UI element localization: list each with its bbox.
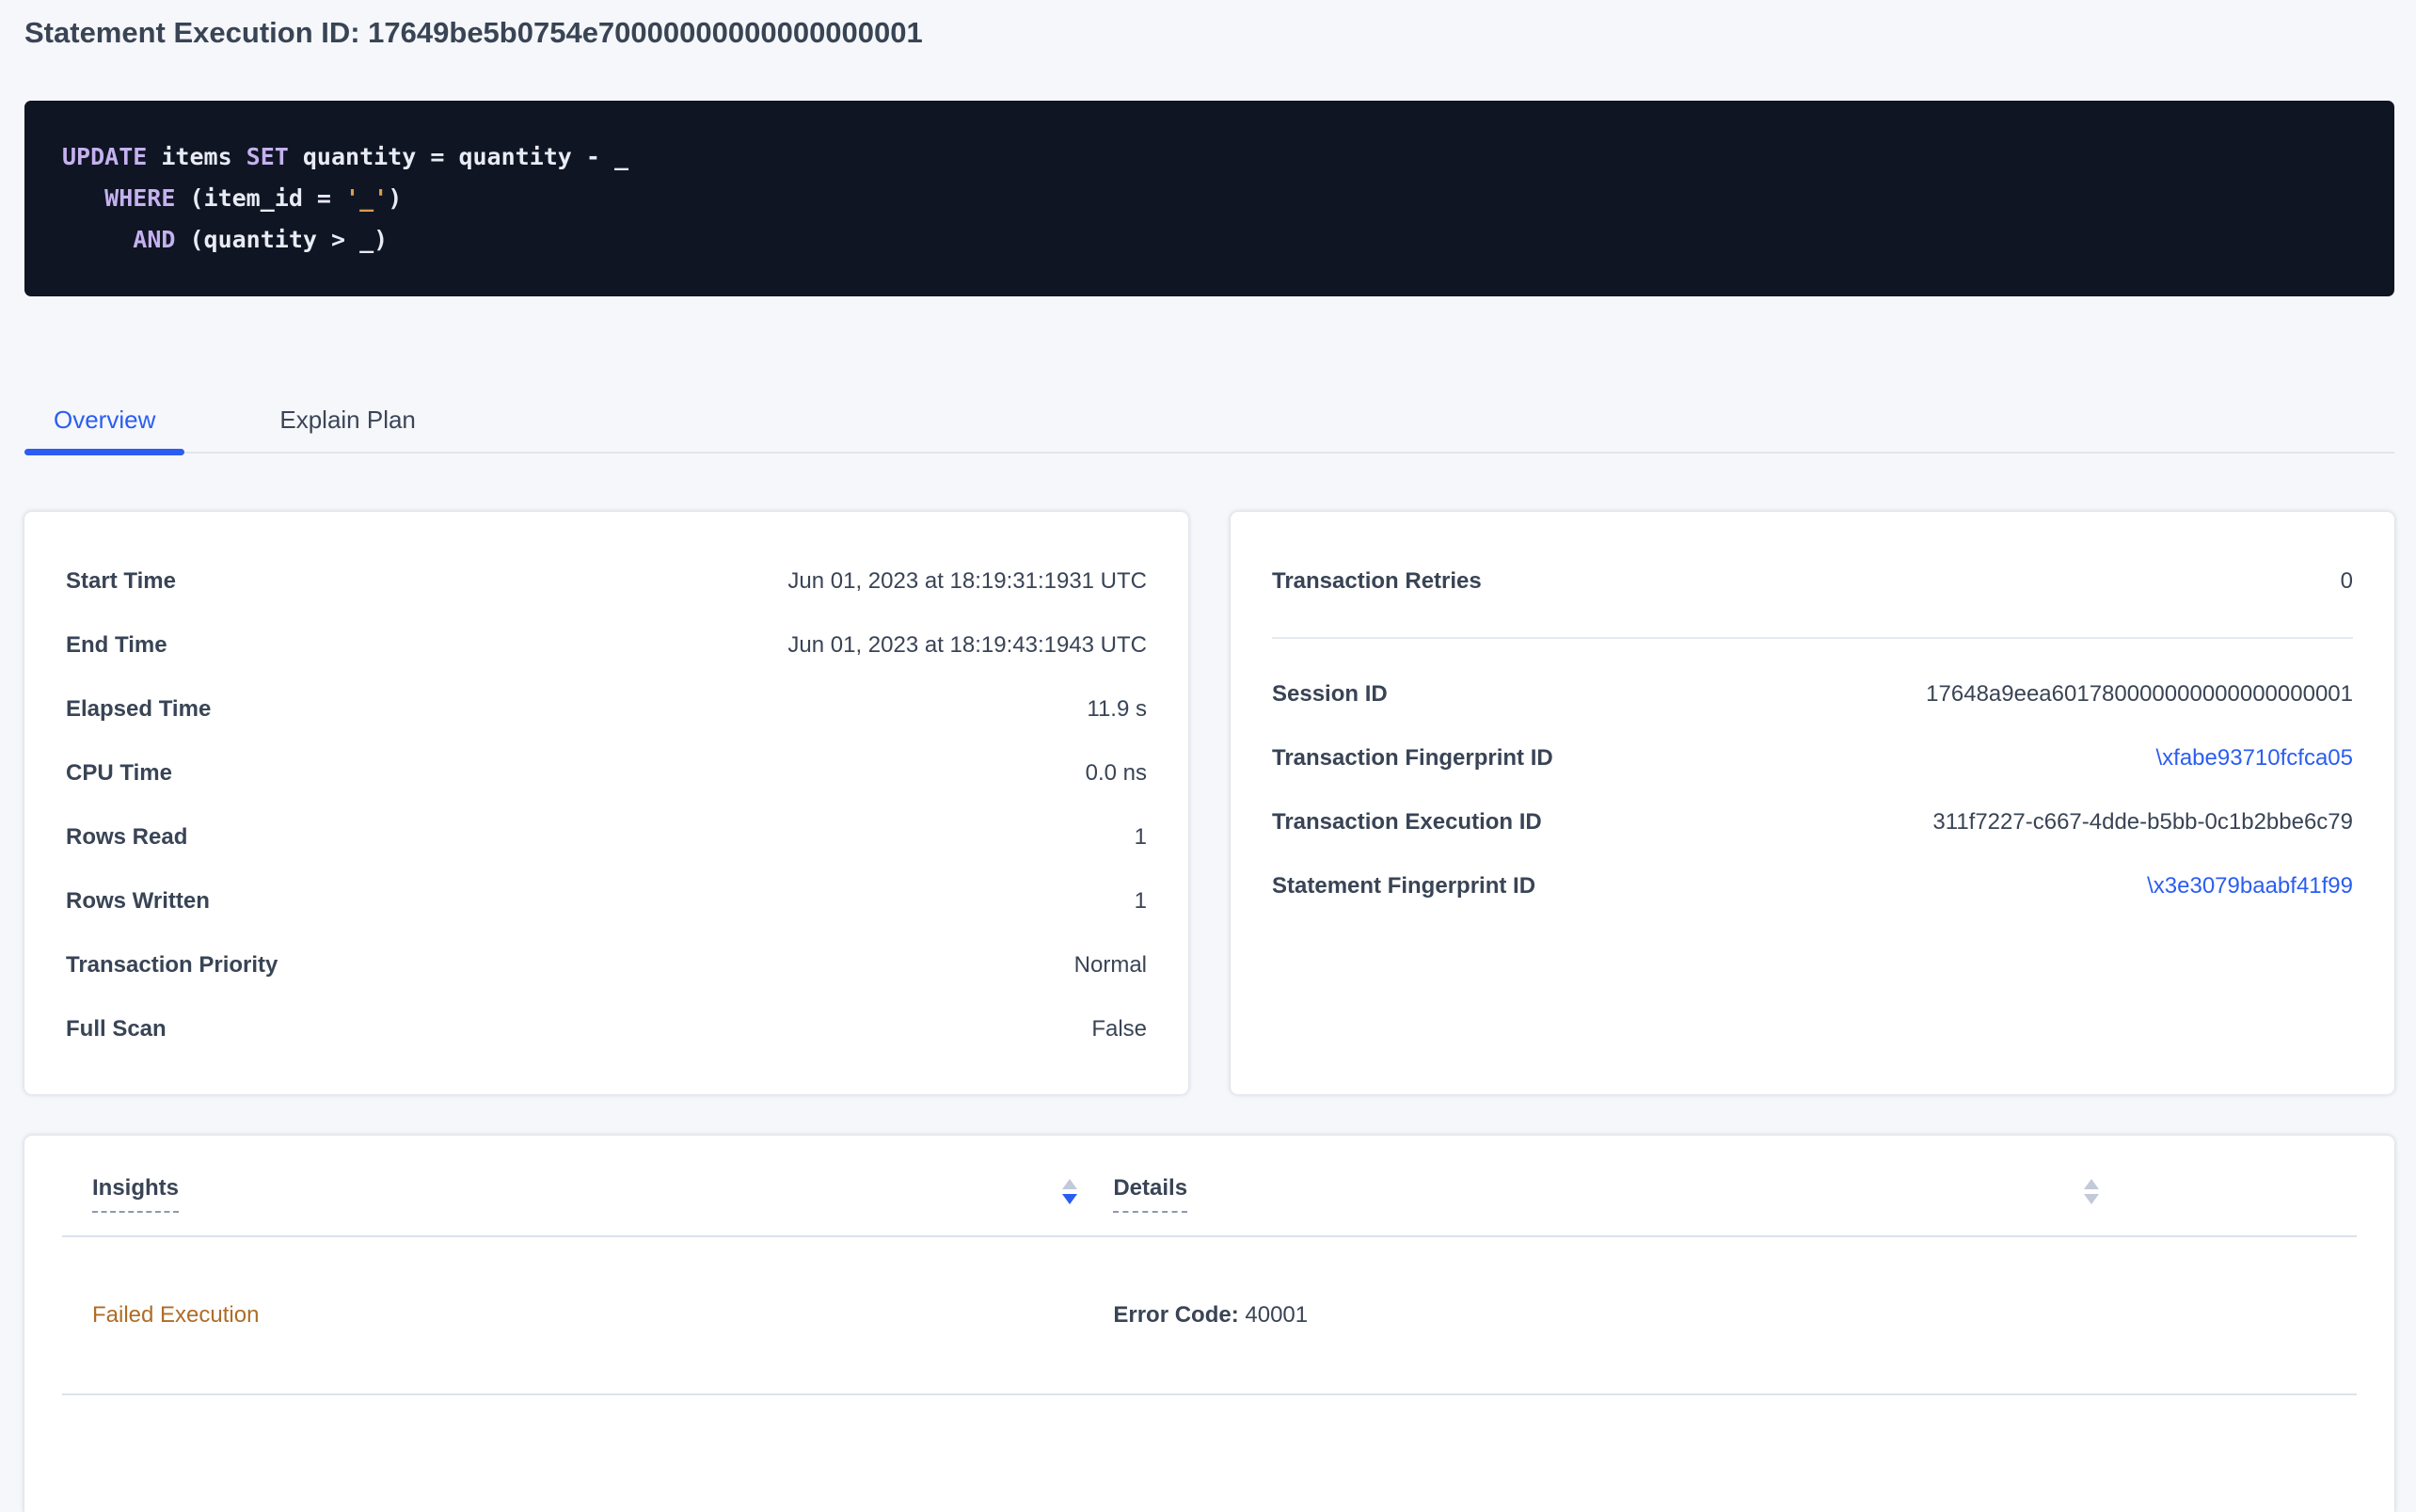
kv-row-full-scan: Full Scan False: [66, 997, 1147, 1061]
kv-label: Session ID: [1272, 681, 1388, 708]
sql-line: AND (quantity > _): [62, 219, 2357, 261]
sort-icon[interactable]: [2084, 1175, 2099, 1204]
sql-indent: [62, 184, 104, 212]
card-divider: [1272, 637, 2353, 639]
sort-icon[interactable]: [1062, 1175, 1077, 1204]
kv-label: Statement Fingerprint ID: [1272, 873, 1535, 899]
transaction-fingerprint-link[interactable]: \xfabe93710fcfca05: [2156, 745, 2354, 772]
insights-table-header: Insights Details: [62, 1136, 2357, 1237]
kv-value: 0.0 ns: [1086, 760, 1147, 787]
kv-value: Normal: [1074, 952, 1147, 979]
kv-label: Transaction Fingerprint ID: [1272, 745, 1553, 772]
sql-text: (quantity > _): [175, 226, 388, 253]
kv-value: Jun 01, 2023 at 18:19:31:1931 UTC: [787, 568, 1147, 595]
details-column-label: Details: [1113, 1175, 1187, 1213]
kv-row-transaction-execution-id: Transaction Execution ID 311f7227-c667-4…: [1272, 790, 2353, 854]
sql-statement-box: UPDATE items SET quantity = quantity - _…: [24, 101, 2394, 296]
kv-label: Elapsed Time: [66, 696, 211, 723]
kv-label: Transaction Retries: [1272, 568, 1482, 595]
sql-text: (item_id =: [175, 184, 345, 212]
kv-label: Start Time: [66, 568, 176, 595]
kv-row-rows-read: Rows Read 1: [66, 805, 1147, 869]
statement-fingerprint-link[interactable]: \x3e3079baabf41f99: [2147, 873, 2353, 899]
statement-execution-page: Statement Execution ID: 17649be5b0754e70…: [0, 0, 2416, 1512]
kv-row-transaction-retries: Transaction Retries 0: [1272, 549, 2353, 613]
kv-row-elapsed-time: Elapsed Time 11.9 s: [66, 677, 1147, 741]
error-code-value: 40001: [1239, 1302, 1308, 1328]
kv-row-end-time: End Time Jun 01, 2023 at 18:19:43:1943 U…: [66, 613, 1147, 677]
insights-column-header[interactable]: Insights: [62, 1175, 1083, 1235]
kv-value: False: [1091, 1016, 1147, 1042]
kv-row-cpu-time: CPU Time 0.0 ns: [66, 741, 1147, 805]
sql-line: WHERE (item_id = '_'): [62, 178, 2357, 219]
overview-cards-row: Start Time Jun 01, 2023 at 18:19:31:1931…: [24, 512, 2394, 1094]
kv-row-transaction-priority: Transaction Priority Normal: [66, 933, 1147, 997]
tabs-bar: Overview Explain Plan: [24, 394, 2394, 454]
page-title: Statement Execution ID: 17649be5b0754e70…: [24, 0, 2394, 50]
insights-column-label: Insights: [92, 1175, 179, 1213]
kv-value: 17648a9eea601780000000000000000001: [1926, 681, 2353, 708]
kv-row-statement-fingerprint-id: Statement Fingerprint ID \x3e3079baabf41…: [1272, 854, 2353, 918]
details-cell: Error Code: 40001: [1083, 1302, 2104, 1329]
kv-label: Full Scan: [66, 1016, 167, 1042]
details-column-header[interactable]: Details: [1083, 1175, 2104, 1235]
insights-table-card: Insights Details Failed Execution Error …: [24, 1136, 2394, 1512]
statement-details-card: Start Time Jun 01, 2023 at 18:19:31:1931…: [24, 512, 1188, 1094]
sql-keyword: AND: [133, 226, 175, 253]
sort-ascending-icon: [1062, 1179, 1077, 1189]
kv-value: 1: [1135, 824, 1147, 851]
sql-text: items: [147, 143, 246, 170]
sql-indent: [62, 226, 133, 253]
transaction-details-card: Transaction Retries 0 Session ID 17648a9…: [1231, 512, 2394, 1094]
kv-value: Jun 01, 2023 at 18:19:43:1943 UTC: [787, 632, 1147, 659]
sort-ascending-icon: [2084, 1179, 2099, 1189]
kv-row-start-time: Start Time Jun 01, 2023 at 18:19:31:1931…: [66, 549, 1147, 613]
tab-explain-plan[interactable]: Explain Plan: [250, 394, 445, 452]
sort-descending-icon: [2084, 1194, 2099, 1204]
sql-text: ): [388, 184, 402, 212]
sql-keyword: UPDATE: [62, 143, 147, 170]
kv-value: 1: [1135, 888, 1147, 915]
kv-label: Rows Read: [66, 824, 187, 851]
kv-value: 11.9 s: [1087, 696, 1147, 723]
kv-label: End Time: [66, 632, 167, 659]
kv-row-transaction-fingerprint-id: Transaction Fingerprint ID \xfabe93710fc…: [1272, 726, 2353, 790]
sort-descending-icon: [1062, 1194, 1077, 1204]
insight-cell: Failed Execution: [62, 1302, 1083, 1329]
sql-keyword: SET: [246, 143, 289, 170]
kv-value: 0: [2341, 568, 2353, 595]
table-row: Failed Execution Error Code: 40001: [62, 1237, 2357, 1395]
kv-label: CPU Time: [66, 760, 172, 787]
sql-text: quantity = quantity - _: [289, 143, 628, 170]
kv-label: Transaction Execution ID: [1272, 809, 1542, 836]
sql-string-literal: '_': [345, 184, 388, 212]
error-code-label: Error Code:: [1113, 1302, 1238, 1328]
sql-keyword: WHERE: [104, 184, 175, 212]
kv-row-session-id: Session ID 17648a9eea6017800000000000000…: [1272, 662, 2353, 726]
kv-row-rows-written: Rows Written 1: [66, 869, 1147, 933]
tab-overview[interactable]: Overview: [24, 394, 184, 452]
kv-value: 311f7227-c667-4dde-b5bb-0c1b2bbe6c79: [1932, 809, 2353, 836]
kv-label: Transaction Priority: [66, 952, 278, 979]
kv-label: Rows Written: [66, 888, 210, 915]
sql-line: UPDATE items SET quantity = quantity - _: [62, 136, 2357, 178]
